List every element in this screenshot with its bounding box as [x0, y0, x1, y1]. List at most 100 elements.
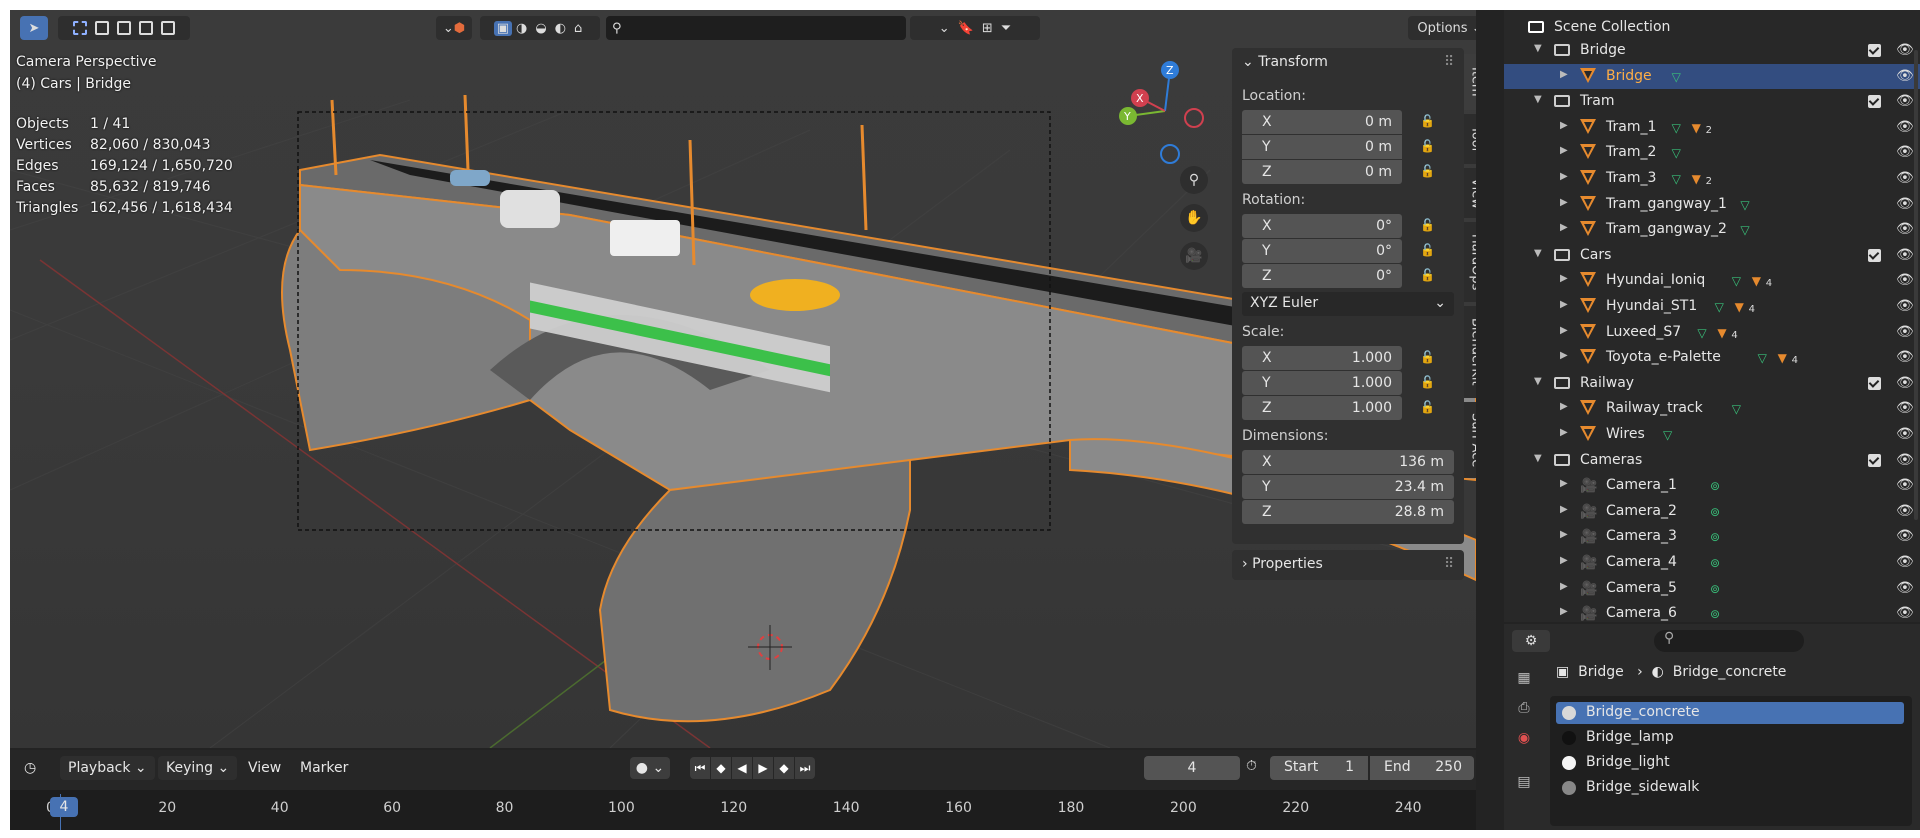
select-tool-button[interactable]: ➤	[20, 16, 48, 40]
lock-icon[interactable]: 🔓	[1420, 114, 1438, 128]
mesh-data-icon[interactable]: ▽	[1672, 172, 1686, 186]
lock-icon[interactable]: 🔓	[1420, 400, 1438, 414]
eye-icon[interactable]: 👁	[1896, 580, 1914, 596]
start-frame-field[interactable]: Start 1	[1270, 756, 1368, 780]
outliner-object-row[interactable]: ▶ Tram_2 ▽ 👁	[1504, 140, 1920, 165]
mesh-data-icon[interactable]: ▽	[1715, 300, 1729, 314]
select-invert-icon[interactable]	[139, 21, 153, 35]
exclude-checkbox[interactable]	[1868, 44, 1881, 57]
outliner-object-row[interactable]: ▶ Tram_gangway_2 ▽ 👁	[1504, 217, 1920, 242]
outliner-collection-row[interactable]: ▼ Railway 👁	[1504, 371, 1920, 396]
eye-icon[interactable]: 👁	[1896, 68, 1914, 84]
mesh-data-icon[interactable]: ▽	[1672, 146, 1686, 160]
3d-viewport[interactable]: ➤ ⌄⬢ ▣ ◑ ◒ ◐ ⌂ ⚲ ⌄ 🔖 ⊞ ⏷ Options ⌄ Camer…	[10, 10, 1476, 748]
camera-view-icon[interactable]: 🎥	[1180, 242, 1208, 270]
eye-icon[interactable]: 👁	[1896, 119, 1914, 135]
editor-type-dropdown[interactable]: ⚙	[1512, 630, 1550, 652]
properties-search-input[interactable]: ⚲	[1654, 630, 1804, 652]
tab-tool[interactable]: Tool	[1464, 114, 1476, 164]
select-subtract-icon[interactable]	[117, 21, 131, 35]
outliner-object-row[interactable]: ▶ 🎥 ⊚ Camera_4 👁	[1504, 550, 1920, 575]
outliner-object-row[interactable]: ▶ Tram_1 ▽ ▼ 2 👁	[1504, 115, 1920, 140]
eye-icon[interactable]: 👁	[1896, 349, 1914, 365]
rotation-z-field[interactable]: Z 0°	[1242, 264, 1402, 288]
eye-icon[interactable]: 👁	[1896, 477, 1914, 493]
mesh-data-icon[interactable]: ▽	[1697, 326, 1711, 340]
select-extend-icon[interactable]	[95, 21, 109, 35]
dropdown-icon[interactable]: ⌄	[939, 21, 950, 36]
lock-icon[interactable]: 🔓	[1420, 268, 1438, 282]
gizmo-neg-z-axis[interactable]	[1160, 144, 1180, 164]
world-tab-icon[interactable]: ◉	[1512, 726, 1536, 750]
expand-right-icon[interactable]: ▶	[1560, 325, 1568, 336]
dimensions-z-field[interactable]: Z 28.8 m	[1242, 500, 1454, 524]
eye-icon[interactable]: 👁	[1896, 272, 1914, 288]
material-slot[interactable]: Bridge_sidewalk	[1556, 777, 1904, 799]
viewport-shading-dropdown[interactable]: ⌄ ⬢	[436, 16, 472, 40]
bookmark-icon[interactable]: 🔖	[958, 21, 974, 36]
location-z-field[interactable]: Z0 m	[1242, 160, 1402, 184]
scale-z-field[interactable]: Z 1.000	[1242, 396, 1402, 420]
outliner-object-row[interactable]: ▶ 🎥 ⊚ Camera_6 👁	[1504, 601, 1920, 622]
mesh-data-icon[interactable]: ▽	[1740, 198, 1754, 212]
outliner-scrollbar[interactable]	[1914, 50, 1918, 520]
material-icon[interactable]: ▼	[1778, 351, 1792, 365]
select-intersect-icon[interactable]	[161, 21, 175, 35]
render-tab-icon[interactable]: ▦	[1512, 666, 1536, 690]
keying-menu[interactable]: Keying ⌄	[158, 756, 238, 780]
playhead[interactable]: 4	[50, 797, 78, 817]
outliner-object-row[interactable]: ▶ Tram_gangway_1 ▽ 👁	[1504, 192, 1920, 217]
mesh-data-icon[interactable]: ▽	[1672, 121, 1686, 135]
select-new-icon[interactable]	[73, 21, 87, 35]
exclude-checkbox[interactable]	[1868, 376, 1881, 390]
lock-icon[interactable]: 🔓	[1420, 375, 1438, 389]
view-menu[interactable]: View	[240, 756, 289, 780]
tab-hardops[interactable]: HardOps	[1464, 222, 1476, 302]
expand-right-icon[interactable]: ▶	[1560, 478, 1568, 489]
eye-icon[interactable]: 👁	[1896, 503, 1914, 519]
outliner-object-row[interactable]: ▶ Hyundai_ST1 ▽ ▼ 4 👁	[1504, 294, 1920, 319]
lock-icon[interactable]: 🔓	[1420, 218, 1438, 232]
rotation-mode-dropdown[interactable]: XYZ Euler ⌄	[1242, 292, 1454, 316]
mesh-data-icon[interactable]: ▽	[1672, 70, 1686, 84]
lock-icon[interactable]: 🔓	[1420, 139, 1438, 153]
jump-start-icon[interactable]: ⏮	[690, 757, 710, 779]
camera-data-icon[interactable]: ⊚	[1710, 582, 1724, 596]
eye-icon[interactable]: 👁	[1896, 196, 1914, 212]
dimensions-x-field[interactable]: X 136 m	[1242, 450, 1454, 474]
eye-icon[interactable]: 👁	[1896, 144, 1914, 160]
camera-data-icon[interactable]: ⊚	[1710, 479, 1724, 493]
marker-menu[interactable]: Marker	[292, 756, 356, 780]
material-preview-icon[interactable]: ◒	[535, 21, 546, 36]
expand-right-icon[interactable]: ▶	[1560, 145, 1568, 156]
expand-right-icon[interactable]: ▶	[1560, 427, 1568, 438]
eye-icon[interactable]: 👁	[1896, 42, 1914, 58]
navigation-gizmo[interactable]: Z Y X	[1110, 56, 1220, 166]
playback-menu[interactable]: Playback ⌄	[60, 756, 155, 780]
eye-icon[interactable]: 👁	[1896, 528, 1914, 544]
outliner-object-row[interactable]: ▶ 🎥 ⊚ Camera_2 👁	[1504, 499, 1920, 524]
auto-keying-toggle[interactable]: ● ⌄	[630, 757, 670, 779]
eye-icon[interactable]: 👁	[1896, 93, 1914, 109]
expand-down-icon[interactable]: ▼	[1534, 376, 1542, 387]
exclude-checkbox[interactable]	[1868, 248, 1881, 262]
tab-surf-ace[interactable]: Surf Ace	[1464, 402, 1476, 478]
outliner-object-row[interactable]: ▶ Railway_track ▽ 👁	[1504, 396, 1920, 421]
end-frame-field[interactable]: End 250	[1370, 756, 1474, 780]
current-frame-field[interactable]: 4	[1144, 756, 1240, 780]
expand-right-icon[interactable]: ▶	[1560, 401, 1568, 412]
material-icon[interactable]: ▼	[1752, 274, 1766, 288]
next-keyframe-icon[interactable]: ◆	[774, 757, 794, 779]
mesh-data-icon[interactable]: ▽	[1732, 274, 1746, 288]
eye-icon[interactable]: 👁	[1896, 247, 1914, 263]
filter-icon[interactable]: ⏷	[1001, 21, 1011, 36]
eye-icon[interactable]: 👁	[1896, 170, 1914, 186]
expand-right-icon[interactable]: ▶	[1560, 171, 1568, 182]
eye-icon[interactable]: 👁	[1896, 324, 1914, 340]
mesh-data-icon[interactable]: ▽	[1758, 351, 1772, 365]
transform-header[interactable]: ⌄ Transform	[1242, 54, 1328, 70]
expand-right-icon[interactable]: ▶	[1560, 529, 1568, 540]
jump-end-icon[interactable]: ⏭	[795, 757, 815, 779]
expand-down-icon[interactable]: ▼	[1534, 43, 1542, 54]
tab-blenderkit[interactable]: BlenderKit	[1464, 306, 1476, 398]
